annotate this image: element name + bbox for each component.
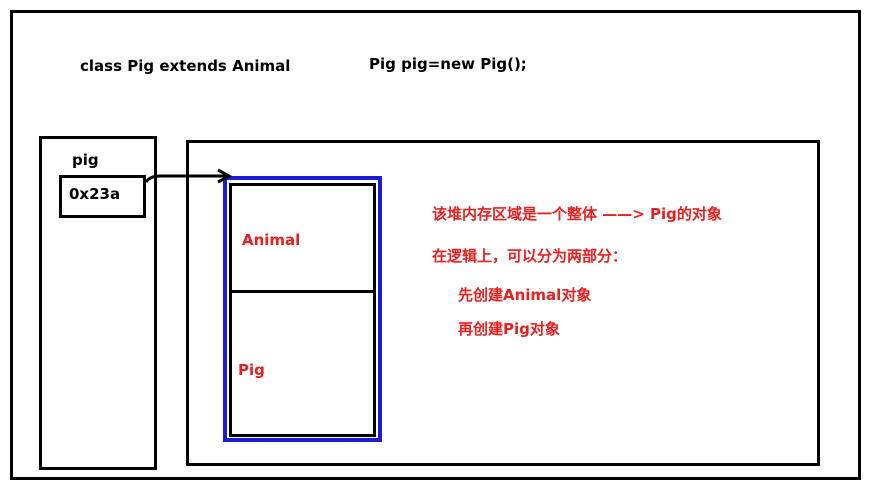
stack-variable-name: pig — [72, 151, 99, 169]
note-line-3: 先创建Animal对象 — [458, 286, 592, 304]
pig-object-inner — [229, 183, 376, 437]
object-section-divider — [229, 290, 376, 293]
note-line-1: 该堆内存区域是一个整体 ——> Pig的对象 — [432, 205, 722, 223]
class-declaration: class Pig extends Animal — [80, 57, 291, 75]
object-instantiation: Pig pig=new Pig(); — [369, 55, 527, 73]
animal-section-label: Animal — [242, 231, 301, 249]
note-line-2: 在逻辑上，可以分为两部分： — [432, 247, 628, 265]
note-line-4: 再创建Pig对象 — [458, 320, 560, 338]
pig-section-label: Pig — [238, 361, 265, 379]
reference-address: 0x23a — [69, 185, 121, 203]
